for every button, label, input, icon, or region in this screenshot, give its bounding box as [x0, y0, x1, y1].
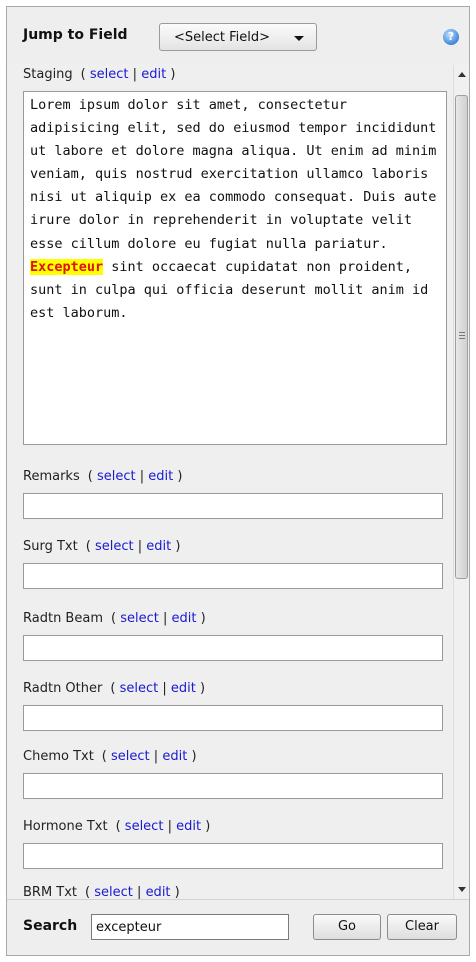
field-name: Chemo Txt: [23, 749, 94, 764]
edit-link[interactable]: edit: [171, 681, 196, 696]
field-label-staging: Staging ( select | edit ): [23, 67, 175, 82]
go-button[interactable]: Go: [313, 914, 381, 940]
help-circle-icon[interactable]: ?: [443, 29, 459, 45]
select-link[interactable]: select: [97, 469, 136, 484]
surg-txt-input[interactable]: [23, 563, 443, 589]
edit-link[interactable]: edit: [146, 885, 171, 899]
search-bar: Search Go Clear: [7, 899, 469, 955]
vertical-scrollbar[interactable]: [453, 65, 469, 899]
field-name: BRM Txt: [23, 885, 78, 899]
grip-icon: [459, 332, 465, 339]
edit-link[interactable]: edit: [176, 819, 201, 834]
field-select-dropdown[interactable]: <Select Field>: [159, 23, 317, 51]
hormone-txt-input[interactable]: [23, 843, 443, 869]
edit-link[interactable]: edit: [162, 749, 187, 764]
edit-link[interactable]: edit: [148, 469, 173, 484]
field-label-chemo-txt: Chemo Txt ( select | edit ): [23, 749, 197, 764]
select-link[interactable]: select: [94, 885, 133, 899]
field-name: Hormone Txt: [23, 819, 108, 834]
radtn-beam-input[interactable]: [23, 635, 443, 661]
field-label-radtn-beam: Radtn Beam ( select | edit ): [23, 611, 206, 626]
select-link[interactable]: select: [120, 611, 159, 626]
field-label-surg-txt: Surg Txt ( select | edit ): [23, 539, 180, 554]
field-links: ( select | edit ): [115, 819, 211, 834]
chemo-txt-input[interactable]: [23, 773, 443, 799]
field-links: ( select | edit ): [85, 539, 181, 554]
edit-link[interactable]: edit: [172, 611, 197, 626]
edit-link[interactable]: edit: [146, 539, 171, 554]
staging-text: Lorem ipsum dolor sit amet, consectetur …: [30, 97, 437, 252]
field-label-radtn-other: Radtn Other ( select | edit ): [23, 681, 205, 696]
field-panel: Jump to Field <Select Field> ? Staging ( …: [6, 6, 470, 956]
field-name: Staging: [23, 67, 73, 82]
edit-link[interactable]: edit: [141, 67, 166, 82]
remarks-input[interactable]: [23, 493, 443, 519]
field-links: ( select | edit ): [80, 67, 176, 82]
scroll-down-arrow-icon[interactable]: [458, 887, 466, 892]
field-name: Surg Txt: [23, 539, 78, 554]
fields-scroll-area: Staging ( select | edit ) Lorem ipsum dol…: [7, 65, 453, 899]
scrollbar-thumb[interactable]: [455, 95, 468, 579]
select-link[interactable]: select: [125, 819, 164, 834]
field-label-brm-txt: BRM Txt ( select | edit ): [23, 885, 180, 899]
select-link[interactable]: select: [111, 749, 150, 764]
field-links: ( select | edit ): [87, 469, 183, 484]
chevron-down-icon: [294, 36, 304, 41]
field-links: ( select | edit ): [85, 885, 180, 899]
scroll-up-arrow-icon[interactable]: [458, 72, 466, 77]
field-name: Remarks: [23, 469, 80, 484]
field-label-remarks: Remarks ( select | edit ): [23, 469, 182, 484]
field-label-hormone-txt: Hormone Txt ( select | edit ): [23, 819, 210, 834]
search-label: Search: [23, 918, 78, 934]
header-bar: Jump to Field <Select Field> ?: [7, 7, 469, 63]
field-name: Radtn Beam: [23, 611, 103, 626]
field-links: ( select | edit ): [110, 611, 206, 626]
field-name: Radtn Other: [23, 681, 103, 696]
field-links: ( select | edit ): [110, 681, 206, 696]
search-input[interactable]: [91, 914, 289, 940]
field-select-value: <Select Field>: [174, 30, 271, 45]
clear-button[interactable]: Clear: [387, 914, 457, 940]
radtn-other-input[interactable]: [23, 705, 443, 731]
select-link[interactable]: select: [120, 681, 159, 696]
select-link[interactable]: select: [90, 67, 129, 82]
search-highlight: Excepteur: [30, 258, 104, 275]
jump-to-field-label: Jump to Field: [23, 27, 128, 43]
field-links: ( select | edit ): [101, 749, 197, 764]
select-link[interactable]: select: [95, 539, 134, 554]
staging-text-area[interactable]: Lorem ipsum dolor sit amet, consectetur …: [23, 91, 447, 445]
